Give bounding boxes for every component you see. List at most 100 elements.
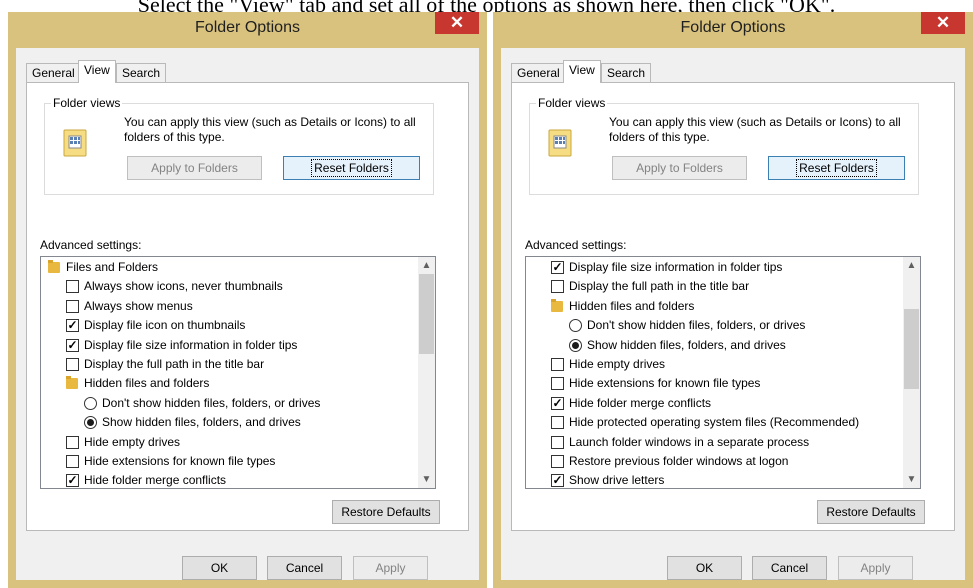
scroll-down-arrow-icon[interactable]: ▼ bbox=[418, 471, 435, 488]
folder-options-dialog-right: Folder Options ✕ General View Search Fol… bbox=[493, 12, 973, 588]
setting-label: Show hidden files, folders, and drives bbox=[587, 337, 786, 352]
setting-label: Display file size information in folder … bbox=[84, 337, 298, 352]
close-button[interactable]: ✕ bbox=[435, 12, 479, 34]
setting-label: Show hidden files, folders, and drives bbox=[102, 415, 301, 430]
setting-label: Display the full path in the title bar bbox=[569, 279, 750, 294]
vertical-scrollbar[interactable]: ▲ ▼ bbox=[903, 257, 920, 488]
setting-label: Don't show hidden files, folders, or dri… bbox=[587, 318, 806, 333]
setting-label: Hide extensions for known file types bbox=[569, 376, 761, 391]
apply-to-folders-button[interactable]: Apply to Folders bbox=[612, 156, 747, 180]
checkbox-checked[interactable]: ✓ bbox=[551, 474, 564, 488]
setting-label: Hide protected operating system files (R… bbox=[569, 415, 860, 430]
restore-defaults-button[interactable]: Restore Defaults bbox=[817, 500, 925, 524]
setting-label: Hide empty drives bbox=[84, 434, 181, 449]
reset-folders-button[interactable]: Reset Folders bbox=[768, 156, 905, 180]
radio-unselected[interactable] bbox=[84, 396, 97, 410]
radio-selected[interactable] bbox=[84, 416, 97, 430]
radio-unselected[interactable] bbox=[569, 319, 582, 333]
checkbox-unchecked[interactable] bbox=[66, 455, 79, 468]
title-bar[interactable]: Folder Options ✕ bbox=[8, 12, 487, 48]
title-bar[interactable]: Folder Options ✕ bbox=[493, 12, 973, 48]
checkbox-unchecked[interactable] bbox=[66, 280, 79, 294]
checkbox-unchecked[interactable] bbox=[551, 280, 564, 294]
view-tab-panel: Folder views You can apply this view (su… bbox=[26, 82, 469, 531]
folder-views-description: You can apply this view (such as Details… bbox=[124, 115, 416, 144]
checkbox-unchecked[interactable] bbox=[551, 435, 564, 449]
tab-view[interactable]: View bbox=[78, 60, 116, 83]
close-icon: ✕ bbox=[449, 13, 465, 32]
setting-label: Always show menus bbox=[84, 298, 193, 313]
folder-icon bbox=[48, 260, 60, 273]
scroll-up-arrow-icon[interactable]: ▲ bbox=[903, 257, 920, 274]
checkbox-unchecked[interactable] bbox=[551, 358, 564, 371]
setting-label: Display file icon on thumbnails bbox=[84, 318, 246, 333]
checkbox-checked[interactable]: ✓ bbox=[551, 396, 564, 410]
scrollbar-thumb[interactable] bbox=[419, 274, 434, 354]
advanced-settings-list[interactable]: ✓ Display file size information in folder… bbox=[525, 256, 921, 489]
advanced-settings-label: Advanced settings: bbox=[525, 238, 627, 252]
checkbox-unchecked[interactable] bbox=[551, 455, 564, 468]
reset-folders-label: Reset Folders bbox=[796, 159, 877, 177]
cancel-button[interactable]: Cancel bbox=[752, 556, 827, 580]
scroll-up-arrow-icon[interactable]: ▲ bbox=[418, 257, 435, 274]
scrollbar-thumb[interactable] bbox=[904, 309, 919, 390]
ok-button[interactable]: OK bbox=[667, 556, 742, 580]
checkbox-checked[interactable]: ✓ bbox=[66, 474, 79, 488]
tab-general[interactable]: General bbox=[511, 63, 566, 82]
setting-label: Hide empty drives bbox=[569, 357, 666, 371]
dialog-title: Folder Options bbox=[195, 19, 300, 36]
setting-label: Hidden files and folders bbox=[569, 298, 695, 313]
checkbox-unchecked[interactable] bbox=[551, 416, 564, 430]
dialog-title: Folder Options bbox=[680, 19, 786, 36]
close-icon: ✕ bbox=[935, 13, 951, 32]
setting-label: Hide folder merge conflicts bbox=[84, 473, 227, 488]
tab-general[interactable]: General bbox=[26, 63, 81, 82]
setting-label: Files and Folders bbox=[66, 260, 159, 274]
setting-label: Show drive letters bbox=[569, 473, 665, 488]
checkbox-checked[interactable]: ✓ bbox=[66, 319, 79, 333]
ok-button[interactable]: OK bbox=[182, 556, 257, 580]
advanced-settings-list[interactable]: Files and Folders Always show icons, neve… bbox=[40, 256, 436, 489]
folder-view-icon bbox=[63, 129, 87, 157]
checkbox-checked[interactable]: ✓ bbox=[66, 338, 79, 352]
reset-folders-label: Reset Folders bbox=[311, 159, 392, 177]
folder-views-description: You can apply this view (such as Details… bbox=[609, 115, 901, 144]
tab-view[interactable]: View bbox=[563, 60, 601, 83]
tab-search[interactable]: Search bbox=[601, 63, 652, 82]
cancel-button[interactable]: Cancel bbox=[267, 556, 342, 580]
dialog-body: General View Search Folder views You can… bbox=[16, 48, 479, 580]
checkbox-unchecked[interactable] bbox=[66, 358, 79, 371]
folder-icon bbox=[551, 298, 563, 312]
folder-views-label: Folder views bbox=[536, 96, 608, 110]
checkbox-checked[interactable]: ✓ bbox=[551, 261, 564, 274]
radio-selected[interactable] bbox=[569, 338, 582, 352]
setting-label: Don't show hidden files, folders, or dri… bbox=[102, 395, 321, 410]
folder-views-group: Folder views You can apply this view (su… bbox=[529, 96, 919, 195]
folder-view-icon bbox=[548, 129, 572, 157]
apply-to-folders-button[interactable]: Apply to Folders bbox=[127, 156, 262, 180]
vertical-scrollbar[interactable]: ▲ ▼ bbox=[418, 257, 435, 488]
setting-label: Display file size information in folder … bbox=[569, 260, 783, 274]
apply-button[interactable]: Apply bbox=[353, 556, 428, 580]
setting-label: Launch folder windows in a separate proc… bbox=[569, 434, 810, 449]
view-tab-panel: Folder views You can apply this view (su… bbox=[511, 82, 955, 531]
dialog-body: General View Search Folder views You can… bbox=[501, 48, 965, 580]
setting-label: Hide folder merge conflicts bbox=[569, 395, 712, 410]
setting-label: Hide extensions for known file types bbox=[84, 454, 276, 468]
reset-folders-button[interactable]: Reset Folders bbox=[283, 156, 420, 180]
setting-label: Display the full path in the title bar bbox=[84, 357, 265, 371]
advanced-settings-label: Advanced settings: bbox=[40, 238, 142, 252]
folder-icon bbox=[66, 376, 78, 390]
setting-label: Restore previous folder windows at logon bbox=[569, 454, 789, 468]
checkbox-unchecked[interactable] bbox=[66, 299, 79, 313]
checkbox-unchecked[interactable] bbox=[551, 377, 564, 391]
folder-views-group: Folder views You can apply this view (su… bbox=[44, 96, 434, 195]
tab-search[interactable]: Search bbox=[116, 63, 167, 82]
folder-views-label: Folder views bbox=[51, 96, 123, 110]
restore-defaults-button[interactable]: Restore Defaults bbox=[332, 500, 440, 524]
apply-button[interactable]: Apply bbox=[838, 556, 913, 580]
close-button[interactable]: ✕ bbox=[921, 12, 965, 34]
checkbox-unchecked[interactable] bbox=[66, 435, 79, 449]
scroll-down-arrow-icon[interactable]: ▼ bbox=[903, 471, 920, 488]
setting-label: Always show icons, never thumbnails bbox=[84, 279, 283, 294]
